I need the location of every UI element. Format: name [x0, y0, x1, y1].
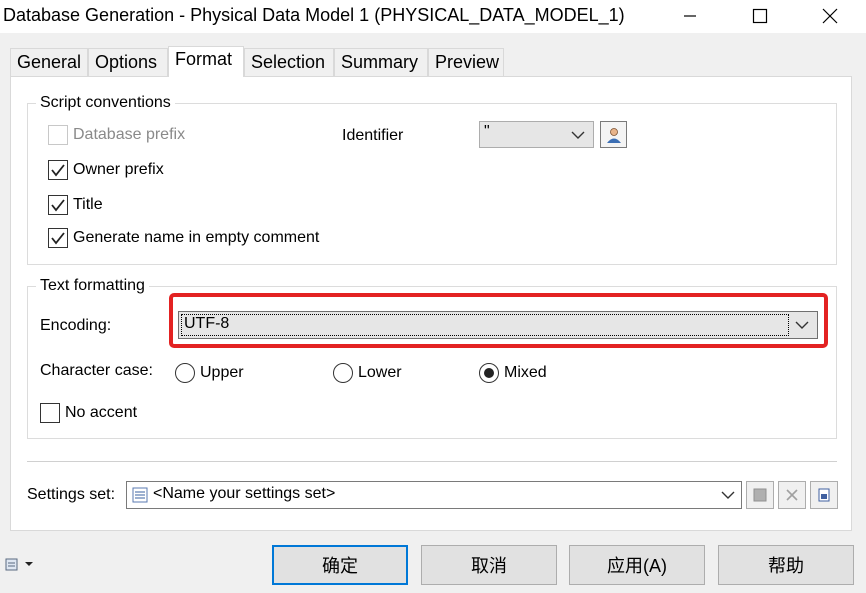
settings-set-select[interactable]: <Name your settings set>: [126, 481, 742, 509]
close-button[interactable]: [800, 0, 860, 32]
caret-down-icon: [25, 562, 33, 566]
generate-name-label: Generate name in empty comment: [73, 229, 320, 246]
encoding-label: Encoding:: [40, 317, 112, 334]
radio-selected-dot: [484, 368, 494, 378]
list-icon: [132, 487, 148, 503]
text-formatting-title: Text formatting: [36, 277, 149, 295]
character-case-label: Character case:: [40, 362, 153, 379]
tab-summary[interactable]: Summary: [334, 48, 428, 76]
checkmark-icon: [51, 199, 65, 212]
database-prefix-checkbox[interactable]: [48, 125, 68, 145]
owner-prefix-checkbox[interactable]: [48, 160, 68, 180]
save-icon: [753, 488, 767, 502]
maximize-icon: [752, 8, 768, 24]
title-checkbox[interactable]: [48, 195, 68, 215]
owner-prefix-label: Owner prefix: [73, 161, 164, 178]
case-upper-label: Upper: [200, 364, 244, 381]
case-lower-label: Lower: [358, 364, 402, 381]
identifier-value: ": [484, 123, 490, 140]
title-option[interactable]: Title: [48, 195, 103, 215]
title-bar: Database Generation - Physical Data Mode…: [0, 0, 866, 33]
generate-name-checkbox[interactable]: [48, 228, 68, 248]
case-lower-radio[interactable]: [333, 363, 353, 383]
case-lower-option[interactable]: Lower: [333, 363, 402, 383]
settings-set-label: Settings set:: [27, 486, 116, 503]
database-prefix-label: Database prefix: [73, 126, 186, 143]
settings-set-value: <Name your settings set>: [153, 485, 336, 502]
document-icon: [818, 488, 830, 502]
edit-settings-button[interactable]: [810, 481, 838, 509]
tab-format[interactable]: Format: [168, 46, 244, 77]
case-upper-option[interactable]: Upper: [175, 363, 244, 383]
identifier-label: Identifier: [342, 127, 404, 144]
delete-icon: [786, 489, 798, 501]
case-upper-radio[interactable]: [175, 363, 195, 383]
encoding-highlight-box: [169, 293, 828, 348]
options-menu-button[interactable]: [4, 556, 34, 572]
checkmark-icon: [51, 164, 65, 177]
minimize-icon: [684, 15, 696, 17]
title-label: Title: [73, 196, 103, 213]
no-accent-label: No accent: [65, 404, 138, 421]
case-mixed-option[interactable]: Mixed: [479, 363, 547, 383]
save-settings-button[interactable]: [746, 481, 774, 509]
cancel-button[interactable]: 取消: [421, 545, 557, 585]
owner-prefix-option[interactable]: Owner prefix: [48, 160, 164, 180]
apply-button[interactable]: 应用(A): [569, 545, 705, 585]
minimize-button[interactable]: [660, 0, 720, 32]
close-icon: [822, 8, 838, 24]
tab-options[interactable]: Options: [88, 48, 168, 76]
no-accent-option[interactable]: No accent: [40, 403, 137, 423]
window-title: Database Generation - Physical Data Mode…: [3, 5, 625, 25]
checkmark-icon: [51, 232, 65, 245]
case-mixed-label: Mixed: [504, 364, 547, 381]
tab-general[interactable]: General: [10, 48, 88, 76]
tab-selection[interactable]: Selection: [244, 48, 334, 76]
database-prefix-option[interactable]: Database prefix: [48, 125, 185, 145]
help-button[interactable]: 帮助: [718, 545, 854, 585]
settings-menu-icon: [5, 558, 18, 571]
case-mixed-radio[interactable]: [479, 363, 499, 383]
chevron-down-icon: [571, 131, 585, 139]
identifier-select[interactable]: ": [479, 121, 594, 148]
tab-preview[interactable]: Preview: [428, 48, 504, 76]
no-accent-checkbox[interactable]: [40, 403, 60, 423]
separator: [27, 461, 837, 462]
generate-name-option[interactable]: Generate name in empty comment: [48, 228, 319, 248]
ok-button[interactable]: 确定: [272, 545, 408, 585]
script-conventions-title: Script conventions: [36, 94, 175, 112]
user-icon: [606, 127, 621, 143]
identifier-picker-button[interactable]: [600, 121, 627, 148]
maximize-button[interactable]: [730, 0, 790, 32]
chevron-down-icon: [721, 491, 735, 499]
delete-settings-button[interactable]: [778, 481, 806, 509]
